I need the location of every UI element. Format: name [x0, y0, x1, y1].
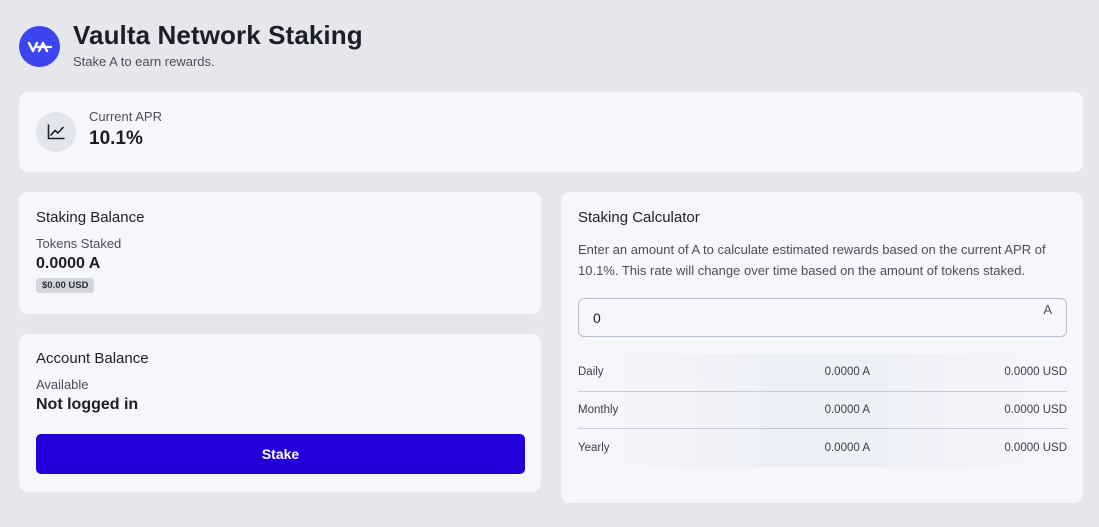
amount-input[interactable] — [579, 299, 1019, 336]
staking-balance-title: Staking Balance — [36, 209, 145, 226]
tokens-staked-label: Tokens Staked — [36, 236, 122, 251]
period-label: Daily — [578, 366, 604, 379]
token-reward: 0.0000 A — [824, 403, 870, 416]
apr-card: Current APR 10.1% — [19, 92, 1083, 172]
table-row: Yearly 0.0000 A 0.0000 USD — [578, 429, 1067, 467]
calculator-description: Enter an amount of A to calculate estima… — [578, 242, 1046, 278]
calculator-title: Staking Calculator — [578, 209, 700, 226]
period-label: Yearly — [578, 441, 610, 454]
staking-balance-card: Staking Balance Tokens Staked 0.0000 A $… — [19, 192, 541, 314]
token-reward: 0.0000 A — [824, 441, 870, 454]
tokens-staked-value: 0.0000 A — [36, 255, 101, 272]
account-balance-title: Account Balance — [36, 350, 149, 367]
line-chart-icon — [36, 112, 76, 152]
available-label: Available — [36, 377, 89, 392]
available-value: Not logged in — [36, 396, 139, 413]
page-header: Vaulta Network Staking Stake A to earn r… — [19, 18, 363, 69]
table-row: Daily 0.0000 A 0.0000 USD — [578, 354, 1067, 392]
usd-value-badge: $0.00 USD — [36, 278, 95, 293]
apr-value: 10.1% — [89, 127, 143, 149]
usd-reward: 0.0000 USD — [1004, 403, 1067, 416]
period-label: Monthly — [578, 403, 619, 416]
table-row: Monthly 0.0000 A 0.0000 USD — [578, 391, 1067, 429]
amount-input-wrapper: A — [578, 298, 1067, 337]
apr-label: Current APR — [89, 108, 162, 124]
usd-reward: 0.0000 USD — [1004, 441, 1067, 454]
token-reward: 0.0000 A — [824, 366, 870, 379]
account-balance-card: Account Balance Available Not logged in … — [19, 334, 541, 492]
usd-reward: 0.0000 USD — [1004, 366, 1067, 379]
rewards-table: Daily 0.0000 A 0.0000 USD Monthly 0.0000… — [578, 354, 1067, 467]
amount-unit-label: A — [1043, 302, 1052, 317]
staking-calculator-card: Staking Calculator Enter an amount of A … — [561, 192, 1083, 503]
page-subtitle: Stake A to earn rewards. — [73, 54, 215, 69]
stake-button[interactable]: Stake — [36, 434, 525, 474]
vaulta-logo-icon — [19, 26, 60, 67]
page-title: Vaulta Network Staking — [73, 20, 363, 50]
